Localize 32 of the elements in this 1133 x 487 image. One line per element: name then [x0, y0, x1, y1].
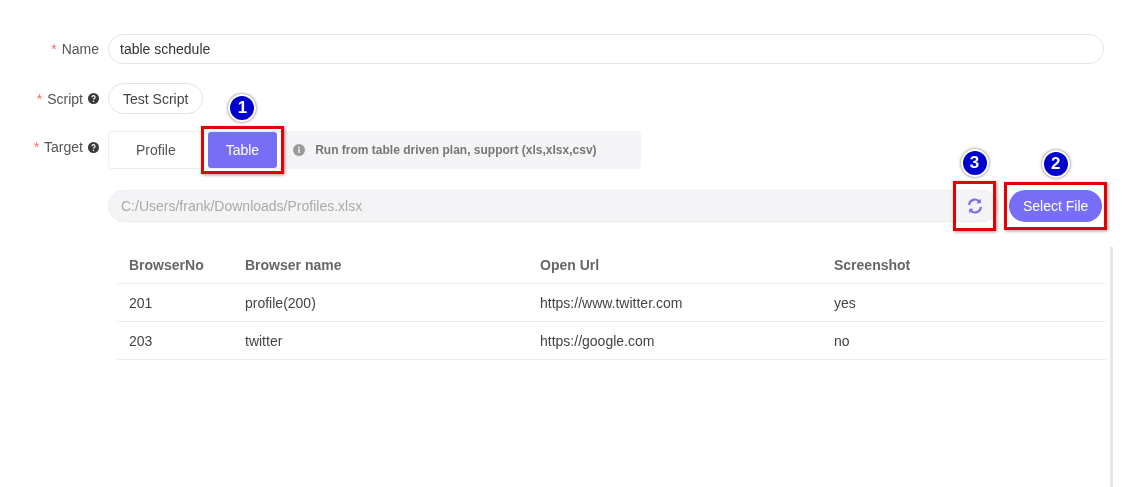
column-header: BrowserNo: [117, 247, 233, 284]
select-file-button[interactable]: Select File: [1009, 190, 1103, 222]
table-cell: twitter: [233, 321, 528, 360]
segment-tab[interactable]: Table: [207, 132, 278, 168]
step-badge: 1: [228, 94, 257, 122]
table-cell: https://google.com: [528, 321, 822, 360]
column-header: Browser name: [233, 247, 528, 284]
table-cell: no: [822, 321, 1107, 360]
name-field[interactable]: table schedule: [108, 34, 1104, 64]
segment-tab[interactable]: Profile: [118, 135, 194, 165]
table-cell: yes: [822, 283, 1107, 322]
required-mark: *: [36, 90, 43, 107]
table-cell: https://www.twitter.com: [528, 283, 822, 322]
script-button[interactable]: Test Script: [108, 83, 204, 114]
field-label: Target: [44, 139, 83, 155]
info-icon: [293, 144, 306, 156]
field-label: Name: [61, 41, 99, 57]
field-label: Script: [47, 90, 83, 107]
column-header: Screenshot: [822, 247, 1107, 284]
help-icon[interactable]: [88, 93, 99, 104]
step-badge: 2: [1041, 150, 1070, 178]
column-header: Open Url: [528, 247, 822, 284]
hint-text: Run from table driven plan, support (xls,xlsx,csv): [315, 143, 597, 157]
file-path: C:/Users/frank/Downloads/Profiles.xlsx: [121, 198, 363, 214]
table-cell: 203: [117, 321, 233, 360]
step-badge: 3: [960, 149, 989, 177]
required-mark: *: [51, 41, 57, 57]
help-icon[interactable]: [88, 141, 99, 153]
refresh-icon[interactable]: [965, 197, 984, 215]
table-cell: profile(200): [233, 283, 528, 322]
table-cell: 201: [117, 283, 233, 322]
required-mark: *: [33, 139, 40, 155]
